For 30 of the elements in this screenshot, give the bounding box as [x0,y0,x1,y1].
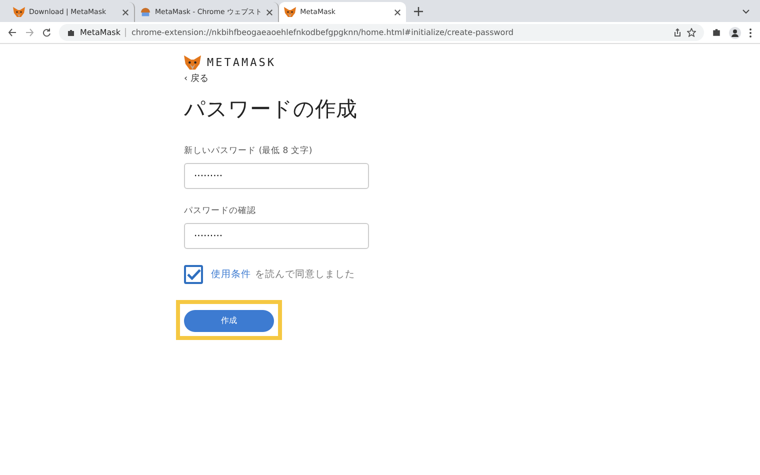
address-bar[interactable]: MetaMask chrome-extension://nkbihfbeogaeaoehlefnkodbefgpgknn/home.html#initialize/create-password [59,24,704,41]
create-button[interactable]: 作成 [184,310,274,332]
terms-link[interactable]: 使用条件 [211,268,251,281]
close-icon[interactable] [394,8,402,16]
fox-icon [184,54,201,71]
star-icon[interactable] [687,28,696,37]
store-icon [140,6,151,18]
back-icon[interactable] [8,28,17,37]
new-tab-icon[interactable] [414,7,424,16]
close-icon[interactable] [266,8,274,16]
fox-icon [13,6,25,18]
brand-name: METAMASK [207,56,276,69]
back-link[interactable]: ‹ 戻る [184,72,208,85]
menu-icon[interactable] [749,28,752,38]
field-label: 新しいパスワード (最低 8 文字) [184,145,312,157]
reload-icon[interactable] [42,28,51,37]
chevron-down-icon[interactable] [742,9,750,14]
check-icon [186,269,200,280]
password-field[interactable]: ········· [184,223,369,249]
field-label: パスワードの確認 [184,205,256,217]
site-label: MetaMask [80,28,126,37]
url-text: chrome-extension://nkbihfbeogaeaoehlefnkodbefgpgknn/home.html#initialize/create-password [131,28,514,37]
page-title: パスワードの作成 [184,96,357,123]
profile-icon[interactable] [729,26,741,38]
checkbox[interactable] [184,265,203,284]
close-icon[interactable] [122,8,129,16]
share-icon[interactable] [673,28,682,37]
password-field[interactable]: ········· [184,163,369,189]
terms-text: を読んで同意しました [255,268,355,281]
fox-icon [284,6,296,18]
